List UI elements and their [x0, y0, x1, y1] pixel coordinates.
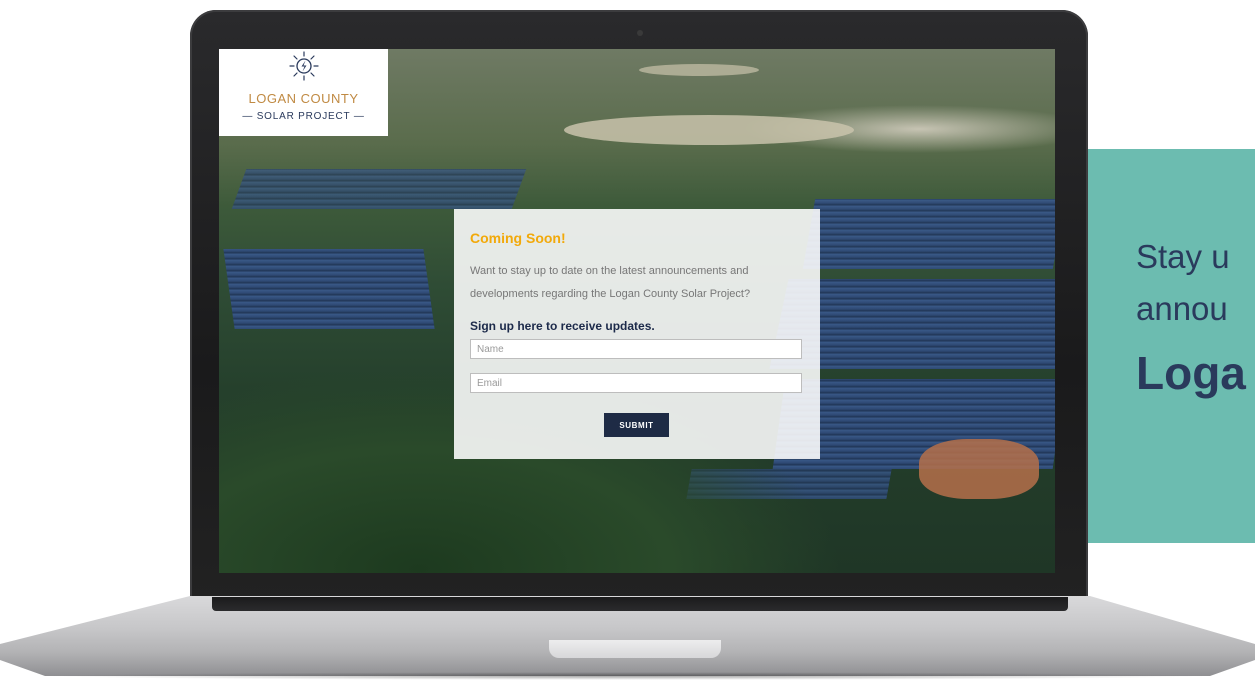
laptop-shadow: [40, 672, 1215, 680]
signup-cta: Sign up here to receive updates.: [470, 319, 655, 333]
background-solar-field: [223, 249, 435, 329]
sun-bolt-icon: [289, 51, 319, 81]
name-field[interactable]: [470, 339, 802, 359]
logo-name: LOGAN COUNTY: [248, 91, 359, 106]
site-logo[interactable]: LOGAN COUNTY — SOLAR PROJECT —: [219, 49, 388, 136]
signup-card: Coming Soon! Want to stay up to date on …: [454, 209, 820, 459]
promo-line-2: annou: [1136, 290, 1228, 327]
signup-title: Coming Soon!: [470, 230, 566, 246]
background-solar-field: [231, 169, 527, 209]
laptop-hinge: [212, 597, 1068, 611]
signup-description: Want to stay up to date on the latest an…: [470, 265, 751, 300]
background-clearing: [639, 64, 759, 76]
laptop-opening-notch: [549, 640, 721, 658]
email-field[interactable]: [470, 373, 802, 393]
promo-line-1: Stay u: [1136, 238, 1230, 275]
submit-button[interactable]: SUBMIT: [604, 413, 669, 437]
webcam: [637, 30, 643, 36]
background-clearing: [564, 115, 854, 145]
promo-line-3: Loga: [1136, 347, 1246, 399]
marketing-composition: Stay u annou Loga LOGAN COUNTY — SOLAR P…: [0, 0, 1255, 680]
background-solar-field: [802, 199, 1055, 269]
logo-subtitle: — SOLAR PROJECT —: [242, 111, 365, 122]
